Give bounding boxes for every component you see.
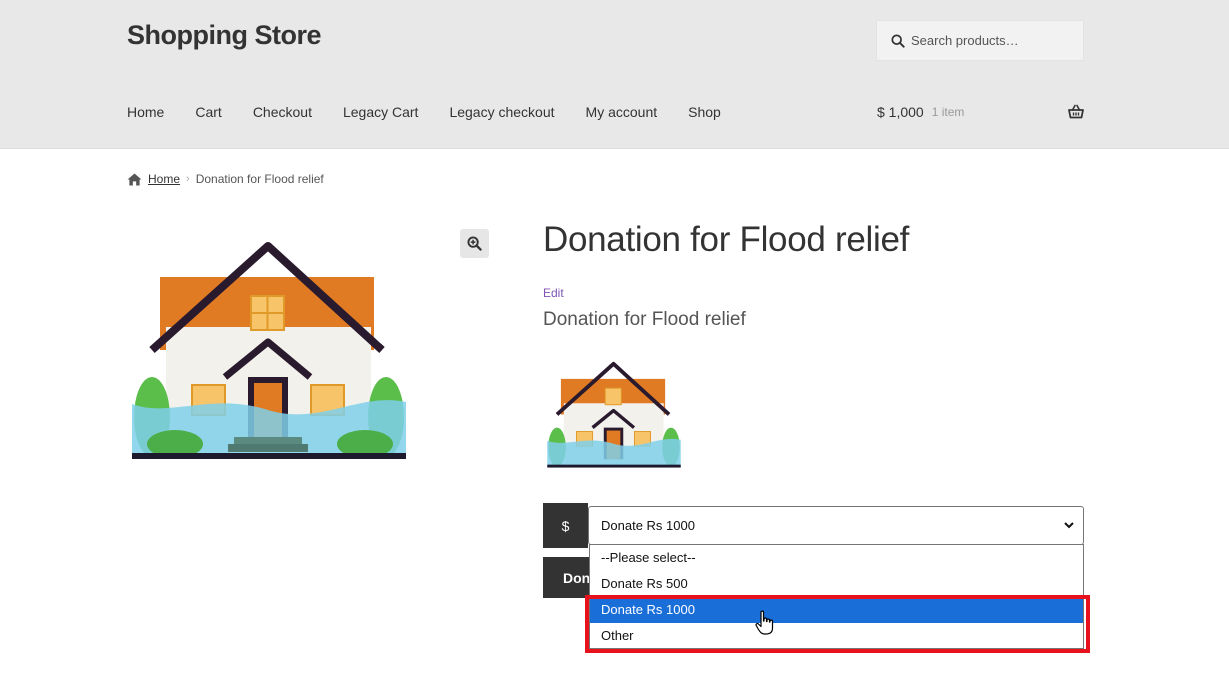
product-main-image[interactable] — [130, 232, 408, 464]
donate-button[interactable]: Donate — [543, 557, 593, 598]
chevron-down-icon — [1064, 522, 1074, 529]
highlight-annotation-box — [585, 595, 1090, 653]
edit-link[interactable]: Edit — [543, 286, 564, 300]
nav-item-legacy-checkout[interactable]: Legacy checkout — [449, 104, 554, 120]
dropdown-option-please-select[interactable]: --Please select-- — [590, 545, 1083, 571]
zoom-button[interactable] — [460, 229, 489, 258]
search-input[interactable] — [911, 33, 1081, 48]
cart-total: $ 1,000 — [877, 104, 924, 120]
currency-symbol: $ — [543, 503, 588, 548]
nav-item-shop[interactable]: Shop — [688, 104, 721, 120]
breadcrumb-separator: › — [186, 173, 190, 185]
breadcrumb-current: Donation for Flood relief — [195, 172, 324, 186]
search-icon — [891, 33, 905, 48]
donation-amount-select[interactable]: Donate Rs 1000 — [588, 506, 1084, 545]
product-title: Donation for Flood relief — [543, 220, 910, 259]
site-title[interactable]: Shopping Store — [127, 20, 321, 51]
nav-item-my-account[interactable]: My account — [586, 104, 658, 120]
breadcrumb: Home › Donation for Flood relief — [127, 172, 324, 186]
product-thumbnail-image — [547, 361, 681, 468]
basket-icon[interactable] — [1068, 104, 1084, 120]
search-box[interactable] — [876, 20, 1084, 61]
nav-item-legacy-cart[interactable]: Legacy Cart — [343, 104, 418, 120]
breadcrumb-home-link[interactable]: Home — [148, 172, 180, 186]
site-header: Shopping Store Home Cart Checkout Legacy… — [0, 0, 1229, 149]
cart-count: 1 item — [931, 105, 965, 119]
hand-pointer-icon — [755, 610, 774, 635]
product-subtitle: Donation for Flood relief — [543, 309, 746, 330]
home-icon — [127, 172, 142, 186]
select-current-value: Donate Rs 1000 — [601, 518, 695, 533]
nav-item-home[interactable]: Home — [127, 104, 164, 120]
header-cart[interactable]: $ 1,000 1 item — [877, 104, 1084, 120]
primary-nav: Home Cart Checkout Legacy Cart Legacy ch… — [127, 104, 752, 120]
nav-item-checkout[interactable]: Checkout — [253, 104, 312, 120]
zoom-in-icon — [467, 236, 482, 251]
nav-item-cart[interactable]: Cart — [195, 104, 221, 120]
dropdown-option-500[interactable]: Donate Rs 500 — [590, 571, 1083, 597]
